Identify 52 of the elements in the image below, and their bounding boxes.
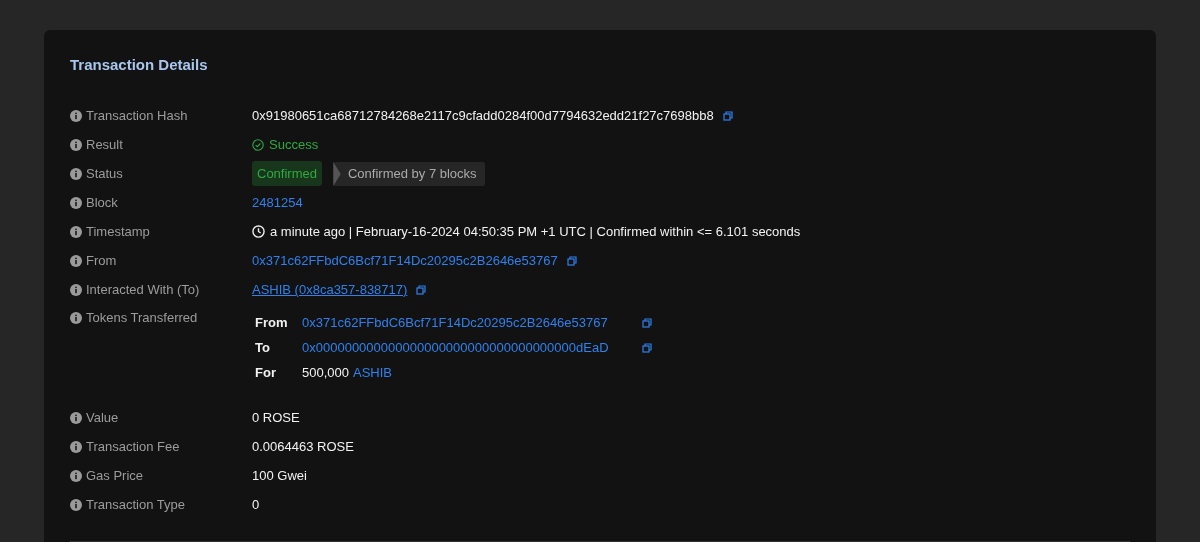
- info-icon[interactable]: [70, 167, 82, 180]
- confirmations-text: Confirmed by 7 blocks: [347, 166, 477, 181]
- field-label: Timestamp: [86, 224, 150, 239]
- copy-icon[interactable]: [566, 255, 577, 266]
- field-label: Transaction Fee: [86, 439, 180, 454]
- info-icon[interactable]: [70, 254, 82, 267]
- field-label: Block: [86, 195, 118, 210]
- status-badge: Confirmed: [252, 161, 322, 186]
- field-label: Transaction Type: [86, 497, 185, 512]
- clock-icon: [252, 225, 265, 238]
- info-icon[interactable]: [70, 411, 82, 424]
- info-icon[interactable]: [70, 196, 82, 209]
- field-value: 100 Gwei: [252, 468, 307, 483]
- info-icon[interactable]: [70, 225, 82, 238]
- info-icon[interactable]: [70, 138, 82, 151]
- arrow-icon: [332, 161, 341, 186]
- transfer-label: To: [255, 340, 271, 355]
- field-label: Status: [86, 166, 123, 181]
- contract-link[interactable]: ASHIB (0x8ca357-838717): [252, 282, 408, 297]
- token-amount: 500,000: [302, 365, 349, 380]
- address-link[interactable]: 2481254: [252, 195, 303, 210]
- field-value: 0 ROSE: [252, 410, 300, 425]
- copy-icon[interactable]: [642, 317, 652, 328]
- transfer-label: From: [255, 315, 289, 330]
- copy-icon[interactable]: [416, 284, 427, 295]
- info-icon[interactable]: [70, 440, 82, 453]
- check-circle-icon: [252, 138, 264, 151]
- field-label: Interacted With (To): [86, 282, 200, 297]
- field-label: Transaction Hash: [86, 108, 188, 123]
- info-icon[interactable]: [70, 469, 82, 482]
- info-icon[interactable]: [70, 498, 82, 511]
- transfer-label: For: [255, 365, 277, 380]
- field-label: Gas Price: [86, 468, 144, 483]
- info-icon[interactable]: [70, 283, 82, 296]
- field-value: 0: [252, 497, 260, 512]
- card-title: Transaction Details: [70, 56, 209, 73]
- copy-icon[interactable]: [642, 342, 652, 353]
- field-label: Tokens Transferred: [86, 310, 198, 325]
- address-link[interactable]: 0x371c62FFbdC6Bcf71F14Dc20295c2B2646e53767: [252, 253, 558, 268]
- address-link[interactable]: 0x000000000000000000000000000000000000dEaD: [302, 340, 609, 355]
- address-link[interactable]: 0x371c62FFbdC6Bcf71F14Dc20295c2B2646e53767: [302, 315, 608, 330]
- field-label: From: [86, 253, 117, 268]
- field-label: Value: [86, 410, 119, 425]
- timestamp-text: a minute ago | February-16-2024 04:50:35 PM +1 UTC | Confirmed within <= 6.101 seconds: [270, 224, 801, 239]
- field-label: Result: [86, 137, 123, 152]
- token-link[interactable]: ASHIB: [353, 365, 392, 380]
- field-value: 0x91980651ca68712784268e2117c9cfadd0284f00d7794632edd21f27c7698bb8: [252, 108, 714, 123]
- copy-icon[interactable]: [722, 110, 733, 121]
- info-icon[interactable]: [70, 109, 82, 122]
- result-text: Success: [269, 137, 319, 152]
- info-icon[interactable]: [70, 311, 82, 324]
- field-value: 0.0064463 ROSE: [252, 439, 354, 454]
